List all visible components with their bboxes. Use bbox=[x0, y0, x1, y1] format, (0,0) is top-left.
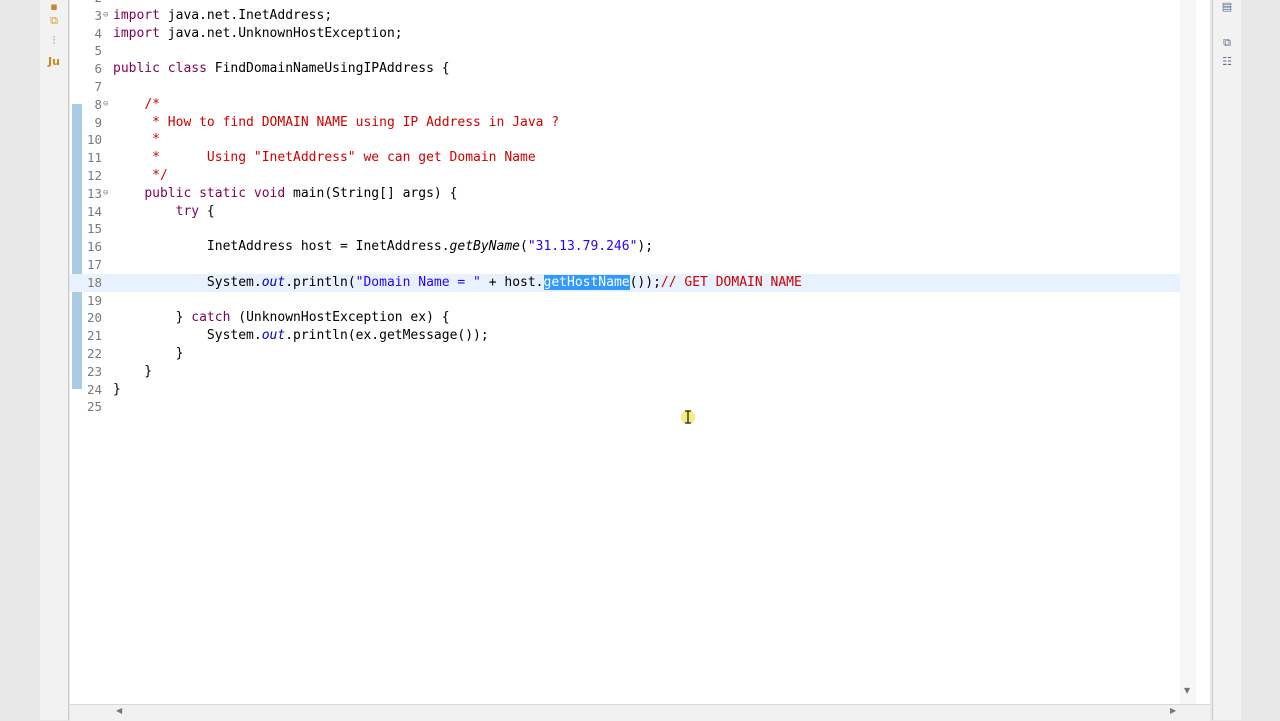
code-text[interactable]: import java.net.InetAddress; bbox=[113, 7, 332, 25]
fold-toggle-icon[interactable]: ⊖ bbox=[103, 7, 112, 25]
line-number: 21 bbox=[86, 328, 102, 344]
code-line[interactable]: 25 bbox=[70, 398, 1210, 416]
line-number: 9 bbox=[94, 114, 102, 130]
code-text[interactable]: */ bbox=[113, 167, 168, 185]
code-line[interactable]: 24} bbox=[70, 381, 1210, 399]
outer-frame-left bbox=[0, 0, 40, 720]
code-line[interactable]: 9 * How to find DOMAIN NAME using IP Add… bbox=[70, 114, 1210, 132]
line-number: 11 bbox=[86, 150, 102, 166]
fold-toggle-icon[interactable]: ⊖ bbox=[103, 185, 112, 203]
text-cursor-icon bbox=[681, 410, 695, 424]
line-number: 24 bbox=[86, 381, 102, 397]
code-line[interactable]: 2 bbox=[70, 0, 1210, 7]
code-line[interactable]: 22 } bbox=[70, 345, 1210, 363]
code-line[interactable]: 12 */ bbox=[70, 167, 1210, 185]
line-number: 14 bbox=[86, 203, 102, 219]
tree-icon[interactable]: ⫶ bbox=[47, 34, 61, 48]
line-number: 16 bbox=[86, 239, 102, 255]
code-text[interactable]: * bbox=[113, 131, 160, 149]
code-text[interactable]: public static void main(String[] args) { bbox=[113, 185, 457, 203]
line-number: 2 bbox=[82, 0, 102, 7]
line-number: 15 bbox=[86, 221, 102, 237]
code-line[interactable]: 15 bbox=[70, 220, 1210, 238]
line-number: 22 bbox=[86, 345, 102, 361]
code-text[interactable]: } bbox=[113, 363, 152, 381]
package-icon[interactable]: ▪ bbox=[47, 0, 61, 14]
code-line[interactable]: 17 bbox=[70, 256, 1210, 274]
code-text[interactable]: System.out.println("Domain Name = " + ho… bbox=[113, 274, 802, 292]
code-line[interactable]: 23 } bbox=[70, 363, 1210, 381]
line-number: 3 bbox=[94, 7, 102, 23]
outline-icon[interactable]: ▤ bbox=[1220, 0, 1234, 14]
code-editor[interactable]: 23⊖import java.net.InetAddress;4import j… bbox=[70, 0, 1210, 704]
junit-icon[interactable]: Ju bbox=[47, 55, 61, 69]
line-number: 23 bbox=[86, 363, 102, 379]
code-text[interactable]: InetAddress host = InetAddress.getByName… bbox=[113, 238, 653, 256]
code-text[interactable]: import java.net.UnknownHostException; bbox=[113, 25, 403, 43]
code-line[interactable]: 5 bbox=[70, 42, 1210, 60]
code-line[interactable]: 19 bbox=[70, 292, 1210, 310]
code-lines[interactable]: 23⊖import java.net.InetAddress;4import j… bbox=[70, 0, 1210, 416]
scroll-right-icon[interactable]: ▶ bbox=[1170, 706, 1176, 715]
code-text[interactable]: System.out.println(ex.getMessage()); bbox=[113, 327, 489, 345]
task-list-icon[interactable]: ☷ bbox=[1220, 55, 1234, 69]
line-number: 6 bbox=[94, 61, 102, 77]
code-line[interactable]: 6 public class FindDomainNameUsingIPAddre… bbox=[70, 60, 1210, 78]
left-trim-toolbar: ▪ ⧉ ⫶ Ju bbox=[40, 0, 69, 720]
line-number: 5 bbox=[94, 43, 102, 59]
code-line[interactable]: 16 InetAddress host = InetAddress.getByN… bbox=[70, 238, 1210, 256]
vertical-scrollbar[interactable]: ▼ bbox=[1180, 0, 1196, 704]
fold-toggle-icon[interactable]: ⊖ bbox=[103, 96, 112, 114]
code-text[interactable]: * Using "InetAddress" we can get Domain … bbox=[113, 149, 536, 167]
line-number: 13 bbox=[86, 185, 102, 201]
line-number: 25 bbox=[86, 399, 102, 415]
code-line[interactable]: 4 import java.net.UnknownHostException; bbox=[70, 25, 1210, 43]
code-text[interactable]: * How to find DOMAIN NAME using IP Addre… bbox=[113, 114, 559, 132]
code-line[interactable]: 3 ⊖ import java.net.InetAddress; bbox=[70, 7, 1210, 25]
code-line[interactable]: 14 try { bbox=[70, 203, 1210, 221]
scroll-left-icon[interactable]: ◀ bbox=[116, 706, 122, 715]
code-text[interactable]: } catch (UnknownHostException ex) { bbox=[113, 309, 450, 327]
code-text[interactable]: try { bbox=[113, 203, 215, 221]
code-line[interactable]: 20 } catch (UnknownHostException ex) { bbox=[70, 309, 1210, 327]
line-number: 4 bbox=[94, 25, 102, 41]
right-trim-toolbar: ▤ ⧉ ☷ bbox=[1212, 0, 1241, 720]
code-line[interactable]: 11 * Using "InetAddress" we can get Doma… bbox=[70, 149, 1210, 167]
hierarchy-icon[interactable]: ⧉ bbox=[47, 14, 61, 28]
line-number: 20 bbox=[86, 310, 102, 326]
scroll-down-icon[interactable]: ▼ bbox=[1184, 686, 1190, 695]
code-line[interactable]: 8 ⊖ /* bbox=[70, 96, 1210, 114]
outer-frame-right bbox=[1241, 0, 1280, 720]
line-number: 12 bbox=[86, 167, 102, 183]
code-text[interactable]: } bbox=[113, 381, 121, 399]
code-text[interactable]: } bbox=[113, 345, 184, 363]
line-number: 7 bbox=[94, 78, 102, 94]
restore-icon[interactable]: ⧉ bbox=[1220, 36, 1234, 50]
line-number: 17 bbox=[86, 256, 102, 272]
line-number: 8 bbox=[94, 96, 102, 112]
line-number: 18 bbox=[86, 274, 102, 290]
code-line[interactable]: 13 ⊖ public static void main(String[] arg… bbox=[70, 185, 1210, 203]
line-number: 19 bbox=[86, 292, 102, 308]
code-line[interactable]: 21 System.out.println(ex.getMessage()); bbox=[70, 327, 1210, 345]
code-line[interactable]: 18 System.out.println("Domain Name = " +… bbox=[70, 273, 1180, 292]
line-number: 10 bbox=[86, 132, 102, 148]
code-line[interactable]: 7 bbox=[70, 78, 1210, 96]
code-text[interactable]: public class FindDomainNameUsingIPAddres… bbox=[113, 60, 450, 78]
code-text[interactable]: /* bbox=[113, 96, 160, 114]
code-line[interactable]: 10 * bbox=[70, 131, 1210, 149]
horizontal-scrollbar[interactable]: ◀ ▶ bbox=[70, 704, 1210, 721]
